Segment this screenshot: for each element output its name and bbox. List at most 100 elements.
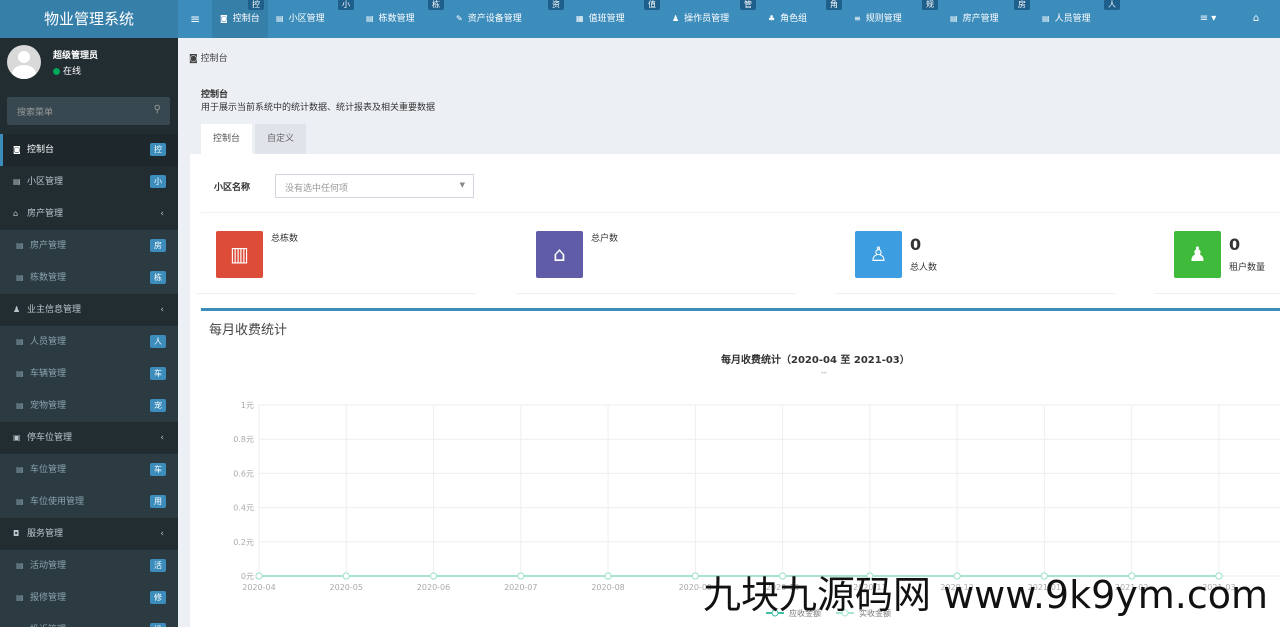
tab-custom[interactable]: 自定义 (255, 124, 307, 154)
topnav-item-9[interactable]: ▤ 人员管理 人 (1034, 0, 1124, 38)
topnav-item-6[interactable]: ♣ 角色组 角 (760, 0, 846, 38)
sidebar-item-11[interactable]: ▤ 车位使用管理 用 (0, 486, 178, 518)
person-icon: ♙ (855, 231, 902, 278)
sidebar-item-14[interactable]: ▤ 报修管理 修 (0, 582, 178, 614)
sidebar-item-badge: 车 (150, 463, 166, 476)
sidebar-item-label: 小区管理 (27, 177, 64, 187)
topnav-item-7[interactable]: ≡ 规则管理 规 (846, 0, 942, 38)
wrench-icon: ✎ (456, 14, 463, 23)
panel-heading: 控制台 用于展示当前系统中的统计数据、统计报表及相关重要数据 控制台 自定义 (190, 74, 1280, 154)
sidebar-item-label: 房产管理 (30, 241, 67, 251)
tab-dashboard[interactable]: 控制台 (201, 124, 253, 154)
sidebar-toggle-button[interactable]: ≡ (178, 0, 212, 38)
list-icon: ▤ (16, 337, 24, 346)
nav-menu-button[interactable]: ≡ ▾ (1184, 0, 1232, 38)
chevron-down-icon: ▼ (459, 181, 465, 189)
series-point[interactable] (342, 572, 350, 580)
list-icon: ▤ (16, 401, 24, 410)
sidebar-item-8[interactable]: ▤ 宠物管理 宠 (0, 390, 178, 422)
sidebar-item-9[interactable]: ▣ 停车位管理 ‹ (0, 422, 178, 454)
user-panel: 超级管理员 在线 (0, 38, 178, 90)
search-icon[interactable]: ⚲ (154, 104, 161, 115)
list-icon: ▤ (16, 369, 24, 378)
topnav-item-label: 值班管理 (588, 14, 625, 24)
sidebar-menu: ◙ 控制台控 ▤ 小区管理 小 ⌂ 房产管理 ‹ ▤ 房产管理房 ▤ 栋数管理 栋 ♟ 业主信息管理 ‹ ▤ 人员… (0, 134, 178, 627)
sidebar-item-label: 人员管理 (30, 337, 67, 347)
community-filter-label: 小区名称 (214, 183, 251, 193)
sidebar-item-4[interactable]: ▤ 栋数管理 栋 (0, 262, 178, 294)
bars-icon: ≡ (854, 14, 861, 23)
stat-label: 总人数 (910, 263, 938, 273)
list-icon: ▤ (366, 14, 374, 23)
film-icon: ▣ (13, 433, 21, 442)
sidebar-item-5[interactable]: ♟ 业主信息管理 ‹ (0, 294, 178, 326)
series-point[interactable] (430, 572, 438, 580)
app-logo[interactable]: 物业管理系统 (0, 0, 178, 38)
topnav-item-badge: 小 (338, 0, 354, 10)
sidebar-item-label: 房产管理 (27, 209, 64, 219)
x-tick-label: 2020-04 (242, 583, 275, 592)
list-icon: ▤ (16, 497, 24, 506)
sidebar-item-1[interactable]: ▤ 小区管理 小 (0, 166, 178, 198)
sidebar-item-badge: 人 (150, 335, 166, 348)
topnav-item-label: 资产设备管理 (467, 14, 522, 24)
y-tick-label: 0.2元 (233, 538, 254, 547)
topnav-item-badge: 规 (922, 0, 938, 10)
dashboard-icon: ◙ (220, 14, 228, 23)
sidebar-item-6[interactable]: ▤ 人员管理 人 (0, 326, 178, 358)
topnav-item-badge: 管 (740, 0, 756, 10)
building-icon: ▥ (216, 231, 263, 278)
sidebar-item-3[interactable]: ▤ 房产管理 房 (0, 230, 178, 262)
list-icon: ▤ (13, 177, 21, 186)
topnav-item-label: 房产管理 (962, 14, 999, 24)
stat-divider (835, 293, 1115, 294)
chevron-left-icon: ‹ (160, 305, 164, 315)
sidebar-item-0[interactable]: ◙ 控制台 控 (0, 134, 178, 166)
series-point[interactable] (604, 572, 612, 580)
topnav-item-label: 小区管理 (288, 14, 325, 24)
topnav-item-2[interactable]: ▤ 栋数管理 栋 (358, 0, 448, 38)
topnav-item-1[interactable]: ▤ 小区管理 小 (268, 0, 358, 38)
sidebar-item-badge: 用 (150, 495, 166, 508)
stat-label: 总栋数 (271, 234, 299, 244)
sidebar-item-2[interactable]: ⌂ 房产管理 ‹ (0, 198, 178, 230)
sidebar-item-15[interactable]: ▤投诉管理投 (0, 614, 178, 627)
sidebar-item-7[interactable]: ▤ 车辆管理 车 (0, 358, 178, 390)
sidebar-item-badge: 小 (150, 175, 166, 188)
series-point[interactable] (255, 572, 263, 580)
user-name: 超级管理员 (53, 51, 99, 61)
online-dot-icon (53, 68, 60, 75)
topnav-item-3[interactable]: ✎ 资产设备管理 资 (448, 0, 568, 38)
topnav-item-label: 操作员管理 (684, 14, 730, 24)
topnav-item-0[interactable]: ◙ 控制台控 (212, 0, 268, 38)
home-icon: ⌂ (536, 231, 583, 278)
sidebar-item-label: 栋数管理 (30, 273, 67, 283)
sidebar-item-badge: 车 (150, 367, 166, 380)
home-button[interactable]: ⌂ (1232, 0, 1280, 38)
community-select[interactable]: 没有选中任何项 ▼ (275, 174, 474, 198)
group-icon: ♣ (768, 14, 776, 23)
sidebar-item-label: 车位使用管理 (30, 497, 85, 507)
x-tick-label: 2020-08 (591, 583, 624, 592)
chevron-left-icon: ‹ (160, 529, 164, 539)
sidebar-item-label: 停车位管理 (27, 433, 73, 443)
sidebar-search-input[interactable]: 搜索菜单 ⚲ (7, 97, 170, 125)
sidebar-item-13[interactable]: ▤ 活动管理 活 (0, 550, 178, 582)
series-point[interactable] (517, 572, 525, 580)
topnav-item-8[interactable]: ▤ 房产管理 房 (942, 0, 1034, 38)
topnav-item-4[interactable]: ▦ 值班管理 值 (568, 0, 664, 38)
topnav-item-badge: 栋 (428, 0, 444, 10)
topnav-item-badge: 角 (826, 0, 842, 10)
topnav-item-badge: 控 (248, 0, 264, 10)
series-point[interactable] (691, 572, 699, 580)
sidebar: 超级管理员 在线 搜索菜单 ⚲ ◙ 控制台控 ▤ 小区管理 小 ⌂ 房产管理 ‹ ▤ 房产管理房 ▤… (0, 38, 178, 627)
sidebar-item-label: 车辆管理 (30, 369, 67, 379)
sidebar-item-badge: 宠 (150, 399, 166, 412)
topnav-item-5[interactable]: ♟ 操作员管理管 (664, 0, 760, 38)
topnav-item-label: 栋数管理 (378, 14, 415, 24)
sidebar-item-badge: 栋 (150, 271, 166, 284)
breadcrumb[interactable]: ◙ 控制台 (189, 51, 228, 64)
sidebar-item-10[interactable]: ▤ 车位管理 车 (0, 454, 178, 486)
avatar[interactable] (7, 45, 41, 79)
sidebar-item-12[interactable]: ◘ 服务管理 ‹ (0, 518, 178, 550)
